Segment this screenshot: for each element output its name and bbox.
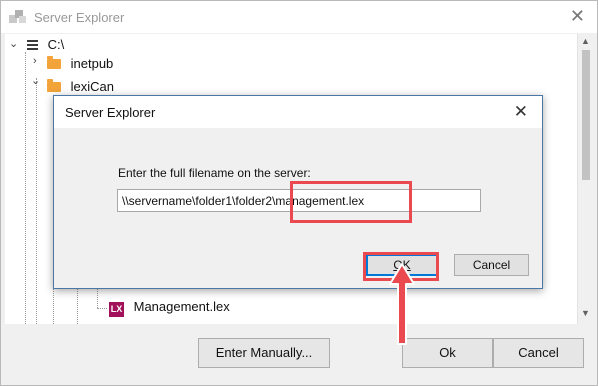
tree-node-c-drive[interactable]: C:\: [27, 36, 64, 54]
window-title: Server Explorer: [34, 10, 125, 25]
tree-vertical-scrollbar[interactable]: ▲ ▼: [577, 34, 594, 324]
enter-manually-button[interactable]: Enter Manually...: [198, 338, 330, 368]
tree-node-lexican[interactable]: lexiCan: [47, 78, 114, 96]
tree-node-management-lex[interactable]: LX Management.lex: [109, 298, 230, 317]
tree-node-inetpub[interactable]: inetpub: [47, 55, 113, 73]
cancel-button[interactable]: Cancel: [493, 338, 584, 368]
tree-node-label: C:\: [47, 37, 65, 52]
tree-guide-line: [36, 78, 37, 324]
tree-node-label: inetpub: [70, 56, 114, 71]
tree-guide-line: [25, 52, 26, 324]
scrollbar-thumb[interactable]: [582, 50, 590, 180]
window-close-icon[interactable]: ✕: [570, 6, 585, 26]
dialog-close-icon[interactable]: ✕: [514, 102, 528, 122]
filename-prompt-label: Enter the full filename on the server:: [118, 166, 311, 180]
tree-node-label: Management.lex: [133, 299, 230, 314]
window-titlebar: Server Explorer ✕: [1, 1, 597, 33]
tree-expand-chevron-icon[interactable]: ⌄: [31, 74, 40, 87]
tree-node-label: lexiCan: [70, 79, 114, 94]
scroll-down-icon[interactable]: ▼: [581, 308, 590, 318]
folder-icon: [47, 79, 61, 92]
dialog-titlebar: Server Explorer ✕: [54, 96, 542, 128]
tree-expand-chevron-icon[interactable]: ⌄: [9, 37, 18, 50]
server-explorer-app-icon: [9, 10, 26, 23]
lex-file-icon: LX: [109, 302, 124, 317]
dialog-cancel-button[interactable]: Cancel: [454, 254, 529, 276]
tree-collapsed-chevron-icon[interactable]: ›: [33, 55, 37, 67]
dialog-cancel-label: Cancel: [472, 258, 511, 272]
pointer-arrow-icon: [389, 263, 415, 345]
scroll-up-icon[interactable]: ▲: [581, 36, 590, 46]
folder-icon: [47, 56, 61, 69]
dialog-title: Server Explorer: [65, 105, 156, 120]
tree-guide-line: [97, 308, 107, 309]
filename-highlight-box: [290, 181, 412, 223]
drive-icon: [27, 40, 38, 50]
